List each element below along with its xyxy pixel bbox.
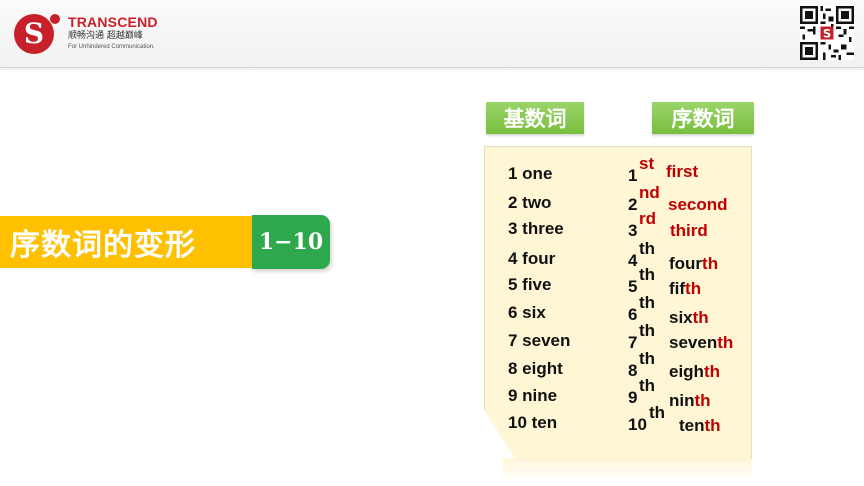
cardinal-number: 1 one <box>508 164 553 183</box>
ordinal-number: 9 <box>628 388 638 407</box>
cardinal-number: 7 seven <box>508 331 571 350</box>
ordinal-suffix: th <box>649 403 666 422</box>
ordinal-word-stem: seven <box>669 333 718 352</box>
ordinal-number: 3 <box>628 221 638 240</box>
ordinal-word: ninth <box>669 391 711 411</box>
range-label: 1−10 <box>258 229 324 255</box>
ordinal-word: second <box>668 195 728 215</box>
ordinal-word-stem: ten <box>679 416 705 435</box>
ordinal-word: seventh <box>669 333 733 353</box>
cardinal-number: 4 four <box>508 249 556 268</box>
ordinal-suffix: th <box>639 293 656 312</box>
ordinal-number: 7 <box>628 333 638 352</box>
header-bar: S TRANSCEND 顺畅沟通 超越巅峰 For Unhindered Com… <box>0 0 864 68</box>
cardinal-number: 6 six <box>508 303 546 322</box>
cardinal-number: 8 eight <box>508 359 563 378</box>
svg-text:S: S <box>823 26 831 40</box>
ordinal-number: 4 <box>628 251 638 270</box>
ordinal-suffix: nd <box>639 183 660 202</box>
ordinal-suffix: st <box>639 154 655 173</box>
cardinal-number: 3 three <box>508 219 564 238</box>
ordinal-word-stem: second <box>668 195 728 214</box>
cardinal-numbers-tab: 基数词 <box>486 102 584 134</box>
ordinal-number: 10 <box>628 415 647 434</box>
card-reflection <box>502 458 752 484</box>
ordinal-number: 5 <box>628 277 638 296</box>
ordinal-word: sixth <box>669 308 709 328</box>
ordinal-word: first <box>666 162 698 182</box>
ordinal-suffix: th <box>639 265 656 284</box>
ordinal-word-stem: first <box>666 162 699 181</box>
svg-text:S: S <box>24 17 44 50</box>
cardinal-number: 10 ten <box>508 413 558 432</box>
ordinal-number: 8 <box>628 361 638 380</box>
ordinal-word-ending: th <box>704 416 721 435</box>
ordinal-word-stem: six <box>669 308 693 327</box>
ordinal-word: tenth <box>679 416 721 436</box>
cardinal-number: 5 five <box>508 275 552 294</box>
ordinal-word-stem: third <box>670 221 708 240</box>
ordinal-numbers-tab: 序数词 <box>652 102 754 134</box>
ordinal-suffix: th <box>639 376 656 395</box>
ordinal-suffix: th <box>639 349 656 368</box>
ordinal-word: fifth <box>669 279 701 299</box>
ordinal-word-ending: th <box>694 391 711 410</box>
cardinal-number: 2 two <box>508 193 552 212</box>
ordinal-word-stem: four <box>669 254 703 273</box>
ordinal-word-ending: th <box>702 254 719 273</box>
ordinal-word-stem: eigh <box>669 362 704 381</box>
transcend-logo-icon: S <box>14 14 60 54</box>
brand-name: TRANSCEND <box>68 14 158 30</box>
ordinal-word-ending: th <box>692 308 709 327</box>
slide-title: 序数词的变形 <box>10 228 196 263</box>
ordinal-suffix: rd <box>639 209 656 228</box>
ordinal-word: third <box>670 221 708 241</box>
range-badge: 1−10 <box>252 215 330 269</box>
qr-code-icon: S <box>800 6 854 60</box>
brand-chinese-slogan: 顺畅沟通 超越巅峰 <box>68 31 143 41</box>
ordinal-word-ending: th <box>685 279 702 298</box>
ordinal-word-ending: th <box>703 362 720 381</box>
ordinal-word: eighth <box>669 362 720 382</box>
ordinal-number: 1 <box>628 166 638 185</box>
ordinal-word-ending: th <box>717 333 734 352</box>
ordinal-number: 6 <box>628 305 638 324</box>
ordinal-word: fourth <box>669 254 718 274</box>
ordinal-word-stem: nin <box>669 391 695 410</box>
title-bar: 序数词的变形 <box>0 216 252 268</box>
brand-text: TRANSCEND 顺畅沟通 超越巅峰 For Unhindered Commu… <box>68 14 158 52</box>
brand-english-slogan: For Unhindered Communication. <box>68 44 155 50</box>
ordinal-word-stem: fif <box>669 279 686 298</box>
cardinal-number: 9 nine <box>508 386 558 405</box>
ordinal-suffix: th <box>639 321 656 340</box>
ordinal-number: 2 <box>628 195 638 214</box>
ordinal-suffix: th <box>639 239 656 258</box>
